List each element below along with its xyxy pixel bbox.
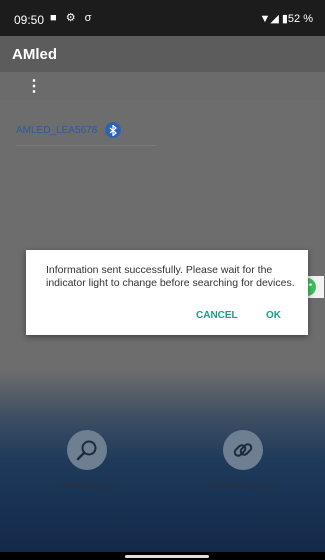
connect-to-light-button[interactable]: Connect to Light <box>183 430 303 491</box>
app-title: AMled <box>12 46 57 63</box>
ok-button[interactable]: OK <box>266 310 281 321</box>
overflow-menu-icon[interactable]: ⋮ <box>26 76 42 96</box>
bluetooth-icon <box>105 122 122 138</box>
app-bar: AMled <box>0 36 325 72</box>
magnifier-icon <box>67 430 107 470</box>
device-name: AMLED_LEA5678 <box>16 124 98 136</box>
status-time: 09:50 <box>14 13 45 27</box>
connect-to-light-label: Connect to Light <box>208 480 278 491</box>
info-dialog: Information sent successfully. Please wa… <box>26 250 308 335</box>
search-light-button[interactable]: Search Light <box>27 430 147 491</box>
link-icon <box>223 430 263 470</box>
signal-battery-icons: ▼◢ ▮52 % <box>259 13 313 25</box>
device-divider <box>16 145 156 146</box>
search-light-label: Search Light <box>60 480 114 491</box>
notification-icons: ■ ⚙ σ <box>50 12 95 24</box>
device-list-item[interactable]: AMLED_LEA5678 <box>16 122 122 138</box>
cancel-button[interactable]: CANCEL <box>196 310 238 321</box>
status-bar: 09:50 ■ ⚙ σ ▼◢ ▮52 % <box>0 0 325 36</box>
system-nav-bar <box>0 552 325 560</box>
dialog-message: Information sent successfully. Please wa… <box>46 264 295 289</box>
toolbar: ⋮ <box>0 72 325 100</box>
home-gesture-handle[interactable] <box>125 555 209 558</box>
